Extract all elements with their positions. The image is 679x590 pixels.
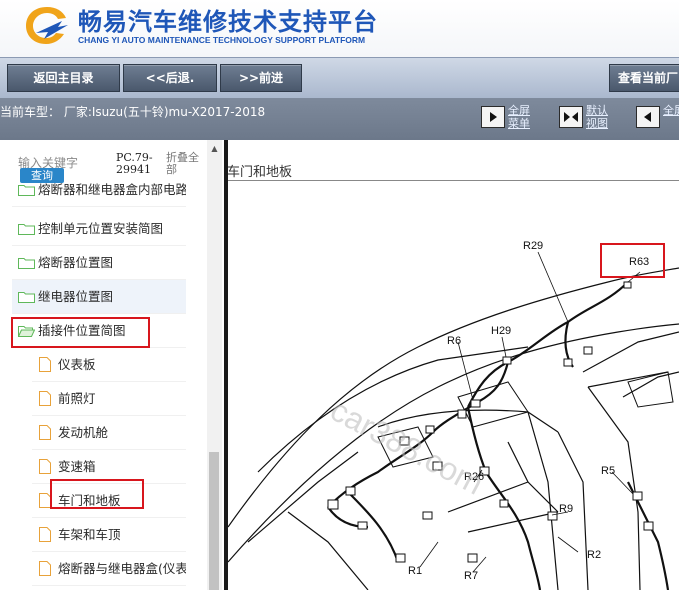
label-r63: R63 <box>629 256 649 268</box>
page-icon <box>39 425 51 440</box>
folder-icon <box>18 258 35 269</box>
tree-item-instrument-panel[interactable]: 仪表板 <box>32 348 186 382</box>
tree-item-engine-bay[interactable]: 发动机舱 <box>32 416 186 450</box>
label-h29: H29 <box>491 325 511 337</box>
default-view-icon <box>559 106 583 128</box>
scroll-thumb[interactable] <box>209 452 219 590</box>
tree-item-label: 控制单元位置安装简图 <box>38 221 164 236</box>
tree-item-label: 车架和车顶 <box>58 527 121 542</box>
page-icon <box>39 561 51 576</box>
tree-item-fuse-location[interactable]: 熔断器位置图 <box>12 246 186 280</box>
tree-item-label: 仪表板 <box>58 357 96 372</box>
fullscreen-button[interactable]: 全屏 <box>636 104 679 132</box>
tree-item-headlamp[interactable]: 前照灯 <box>32 382 186 416</box>
fullscreen-menu-button[interactable]: 全屏菜单 <box>481 104 541 132</box>
default-view-button[interactable]: 默认视图 <box>559 104 619 132</box>
navigation-pane: 输入关键字 查询 PC.79-29941 折叠全部 熔断器和继电器盒内部电路 控… <box>0 140 225 590</box>
content-separator <box>228 180 679 181</box>
folder-icon <box>18 185 35 196</box>
tree-item-fuse-relay-internal[interactable]: 熔断器和继电器盒内部电路 <box>12 173 186 207</box>
scroll-up-icon[interactable]: ▲ <box>207 144 222 154</box>
brand-title: 畅易汽车维修技术支持平台 <box>78 8 378 36</box>
site-header: 畅易汽车维修技术支持平台 CHANG YI AUTO MAINTENANCE T… <box>0 0 679 57</box>
content-title: 车门和地板 <box>228 165 293 180</box>
brand-logo-icon <box>26 7 68 44</box>
watermark: car388.com <box>325 391 490 501</box>
tree-item-frame-roof[interactable]: 车架和车顶 <box>32 518 186 552</box>
highlight-box-doors-floor <box>50 479 144 509</box>
label-r5: R5 <box>601 465 615 477</box>
page-icon <box>39 391 51 406</box>
fullscreen-label[interactable]: 全屏 <box>663 104 679 117</box>
fullscreen-menu-icon <box>481 106 505 128</box>
fullscreen-icon <box>636 106 660 128</box>
tree-item-label: 熔断器位置图 <box>38 255 114 270</box>
label-r1: R1 <box>408 565 422 577</box>
label-r2: R2 <box>587 549 601 561</box>
tree-item-relay-location[interactable]: 继电器位置图 <box>12 280 186 314</box>
folder-icon <box>18 224 35 235</box>
current-model-label: 当前车型： 厂家:Isuzu(五十铃)mu-X2017-2018 <box>0 105 266 119</box>
highlight-box-connector <box>11 317 150 348</box>
vehicle-model-bar: 当前车型： 厂家:Isuzu(五十铃)mu-X2017-2018 全屏菜单 默认… <box>0 98 679 140</box>
label-r7: R7 <box>464 570 478 582</box>
fullscreen-menu-label[interactable]: 全屏菜单 <box>508 104 536 130</box>
tree-item-fuse-relay-box-ip[interactable]: 熔断器与继电器盒(仪表板 <box>32 552 186 586</box>
tree-item-label: 发动机舱 <box>58 425 109 440</box>
label-r29: R29 <box>523 240 543 252</box>
page-icon <box>39 527 51 542</box>
default-view-label[interactable]: 默认视图 <box>586 104 614 130</box>
tree-item-label: 熔断器与继电器盒(仪表板 <box>58 561 186 576</box>
folder-icon <box>18 292 35 303</box>
label-r6: R6 <box>447 335 461 347</box>
wiring-diagram: R29 R63 R6 H29 R26 R5 R9 R2 R1 R7 car388… <box>228 240 679 590</box>
page-icon <box>39 459 51 474</box>
forward-button[interactable]: >>前进 <box>220 64 302 92</box>
main-toolbar: 返回主目录 <<后退. >>前进 查看当前厂 <box>0 57 679 99</box>
content-pane: 车门和地板 R29 R63 R6 H29 R26 R5 R9 R2 R1 R7 … <box>228 140 679 590</box>
tree-item-control-unit[interactable]: 控制单元位置安装简图 <box>12 212 186 246</box>
home-button[interactable]: 返回主目录 <box>7 64 120 92</box>
page-icon <box>39 357 51 372</box>
nav-scrollbar[interactable]: ▲ <box>207 140 222 590</box>
label-r9: R9 <box>559 503 573 515</box>
view-current-button[interactable]: 查看当前厂 <box>609 64 679 92</box>
tree-item-label: 继电器位置图 <box>38 289 114 304</box>
tree-item-label: 前照灯 <box>58 391 96 406</box>
tree-item-label: 熔断器和继电器盒内部电路 <box>38 182 186 197</box>
back-button[interactable]: <<后退. <box>123 64 217 92</box>
brand-subtitle: CHANG YI AUTO MAINTENANCE TECHNOLOGY SUP… <box>78 35 366 45</box>
